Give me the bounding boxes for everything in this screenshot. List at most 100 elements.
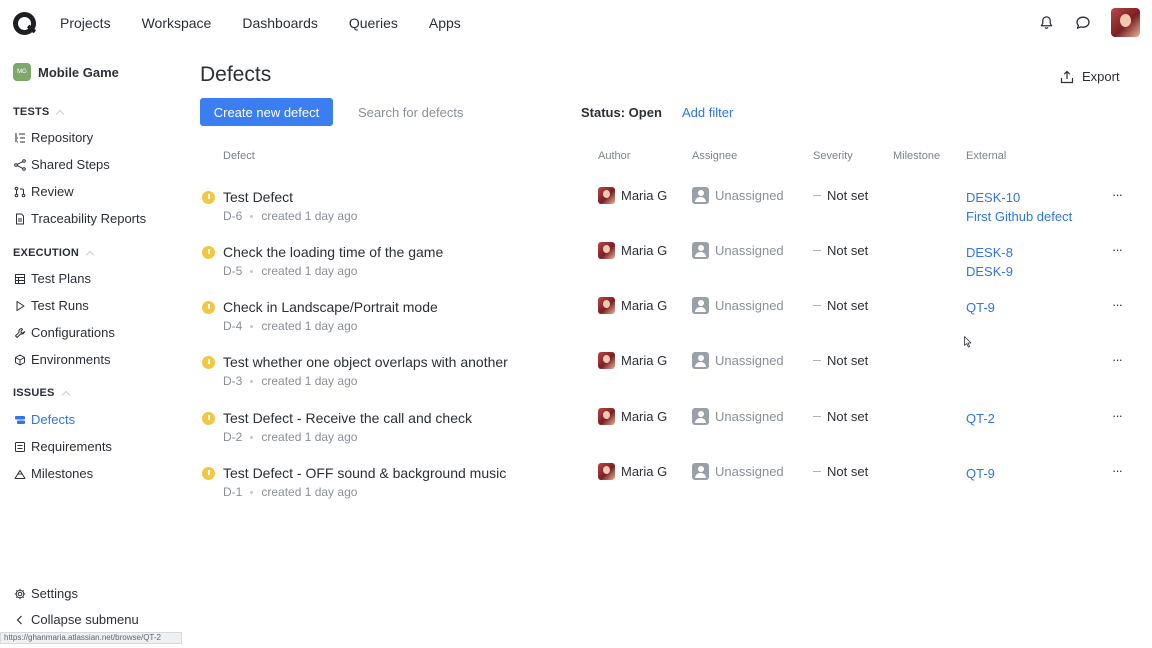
sidebar-item-repository[interactable]: Repository (14, 130, 93, 145)
defect-title[interactable]: Test Defect - Receive the call and check (223, 410, 472, 426)
defect-title[interactable]: Test Defect (223, 189, 293, 205)
sidebar-item-requirements[interactable]: Requirements (14, 439, 112, 454)
assignee-cell[interactable]: Unassigned (692, 463, 784, 480)
table-row[interactable]: Test Defect - OFF sound & background mus… (200, 457, 1140, 512)
external-link[interactable]: QT-2 (966, 409, 995, 428)
severity-cell[interactable]: Not set (813, 464, 868, 479)
row-more-menu-icon[interactable]: ··· (1112, 463, 1123, 478)
column-header-defect[interactable]: Defect (223, 150, 255, 162)
severity-cell[interactable]: Not set (813, 353, 868, 368)
nav-queries[interactable]: Queries (349, 15, 398, 31)
column-header-severity[interactable]: Severity (813, 150, 853, 162)
table-row[interactable]: Test Defect D-6 created 1 day ago Maria G… (200, 181, 1140, 236)
search-defects-input[interactable] (350, 99, 550, 125)
sidebar-item-shared-steps[interactable]: Shared Steps (14, 157, 110, 172)
column-header-assignee[interactable]: Assignee (692, 150, 737, 162)
author-cell: Maria G (598, 242, 667, 259)
assignee-cell[interactable]: Unassigned (692, 242, 784, 259)
chevron-up-icon (56, 109, 65, 118)
severity-cell[interactable]: Not set (813, 409, 868, 424)
chevron-up-icon (61, 390, 70, 399)
top-navigation: Projects Workspace Dashboards Queries Ap… (0, 0, 1152, 46)
defect-title[interactable]: Check the loading time of the game (223, 244, 443, 260)
external-link[interactable]: QT-9 (966, 464, 995, 483)
row-more-menu-icon[interactable]: ··· (1112, 297, 1123, 312)
row-more-menu-icon[interactable]: ··· (1112, 352, 1123, 367)
export-button[interactable]: Export (1060, 69, 1120, 84)
external-link[interactable]: DESK-8 (966, 243, 1013, 262)
defect-meta: D-4 created 1 day ago (223, 319, 358, 333)
app-logo-icon[interactable] (13, 12, 36, 35)
section-execution-heading[interactable]: EXECUTION (13, 247, 95, 259)
sidebar-item-test-runs[interactable]: Test Runs (14, 298, 89, 313)
sidebar: MG Mobile Game TESTS Repository Shared S… (0, 46, 180, 648)
assignee-cell[interactable]: Unassigned (692, 352, 784, 369)
row-more-menu-icon[interactable]: ··· (1112, 242, 1123, 257)
play-icon (14, 300, 26, 312)
external-link[interactable]: DESK-10 (966, 188, 1072, 207)
nav-projects[interactable]: Projects (60, 15, 111, 31)
sidebar-item-traceability-reports[interactable]: Traceability Reports (14, 211, 146, 226)
avatar (598, 297, 615, 314)
author-cell: Maria G (598, 408, 667, 425)
section-tests-heading[interactable]: TESTS (13, 106, 65, 118)
nav-workspace[interactable]: Workspace (142, 15, 212, 31)
assignee-cell[interactable]: Unassigned (692, 297, 784, 314)
table-row[interactable]: Test whether one object overlaps with an… (200, 346, 1140, 401)
sidebar-item-milestones[interactable]: Milestones (14, 466, 93, 481)
sidebar-item-defects[interactable]: Defects (14, 412, 75, 427)
defect-title[interactable]: Test Defect - OFF sound & background mus… (223, 465, 506, 481)
table-row[interactable]: Check in Landscape/Portrait mode D-4 crea… (200, 291, 1140, 346)
export-label: Export (1082, 69, 1120, 84)
nav-dashboards[interactable]: Dashboards (242, 15, 318, 31)
assignee-cell[interactable]: Unassigned (692, 187, 784, 204)
severity-cell[interactable]: Not set (813, 188, 868, 203)
row-more-menu-icon[interactable]: ··· (1112, 408, 1123, 423)
unassigned-user-icon (692, 408, 709, 425)
severity-cell[interactable]: Not set (813, 243, 868, 258)
column-header-milestone[interactable]: Milestone (893, 150, 940, 162)
column-header-external[interactable]: External (966, 150, 1006, 162)
external-link[interactable]: QT-9 (966, 298, 995, 317)
status-filter[interactable]: Status: Open (581, 105, 662, 120)
cube-icon (14, 354, 26, 366)
severity-cell[interactable]: Not set (813, 298, 868, 313)
unassigned-user-icon (692, 242, 709, 259)
defect-title[interactable]: Test whether one object overlaps with an… (223, 354, 508, 370)
mountain-icon (14, 468, 26, 480)
user-avatar[interactable] (1111, 8, 1140, 37)
sidebar-item-settings[interactable]: Settings (14, 586, 78, 601)
defect-meta: D-1 created 1 day ago (223, 485, 358, 499)
external-link[interactable]: DESK-9 (966, 262, 1013, 281)
project-switcher[interactable]: MG Mobile Game (13, 63, 119, 81)
project-name: Mobile Game (38, 64, 119, 80)
sidebar-item-review[interactable]: Review (14, 184, 74, 199)
add-filter-link[interactable]: Add filter (682, 105, 733, 120)
sidebar-item-configurations[interactable]: Configurations (14, 325, 115, 340)
status-open-icon (202, 191, 215, 204)
sidebar-item-environments[interactable]: Environments (14, 352, 110, 367)
create-new-defect-button[interactable]: Create new defect (200, 98, 333, 126)
assignee-cell[interactable]: Unassigned (692, 408, 784, 425)
table-row[interactable]: Check the loading time of the game D-5 cr… (200, 236, 1140, 291)
notifications-bell-icon[interactable] (1033, 9, 1061, 37)
author-cell: Maria G (598, 463, 667, 480)
section-issues-heading[interactable]: ISSUES (13, 387, 70, 399)
document-icon (14, 213, 26, 225)
list-tree-icon (14, 132, 26, 144)
table-row[interactable]: Test Defect - Receive the call and check… (200, 402, 1140, 457)
external-link[interactable]: First Github defect (966, 207, 1072, 226)
column-header-author[interactable]: Author (598, 150, 630, 162)
nav-apps[interactable]: Apps (429, 15, 461, 31)
sidebar-item-test-plans[interactable]: Test Plans (14, 271, 91, 286)
avatar (598, 463, 615, 480)
defect-title[interactable]: Check in Landscape/Portrait mode (223, 299, 438, 315)
sidebar-item-label: Collapse submenu (31, 612, 139, 627)
author-cell: Maria G (598, 352, 667, 369)
collapse-submenu-button[interactable]: Collapse submenu (14, 612, 139, 627)
chevron-left-icon (14, 614, 26, 626)
status-open-icon (202, 467, 215, 480)
chat-bubble-icon[interactable] (1069, 9, 1097, 37)
sidebar-item-label: Settings (31, 586, 78, 601)
row-more-menu-icon[interactable]: ··· (1112, 187, 1123, 202)
